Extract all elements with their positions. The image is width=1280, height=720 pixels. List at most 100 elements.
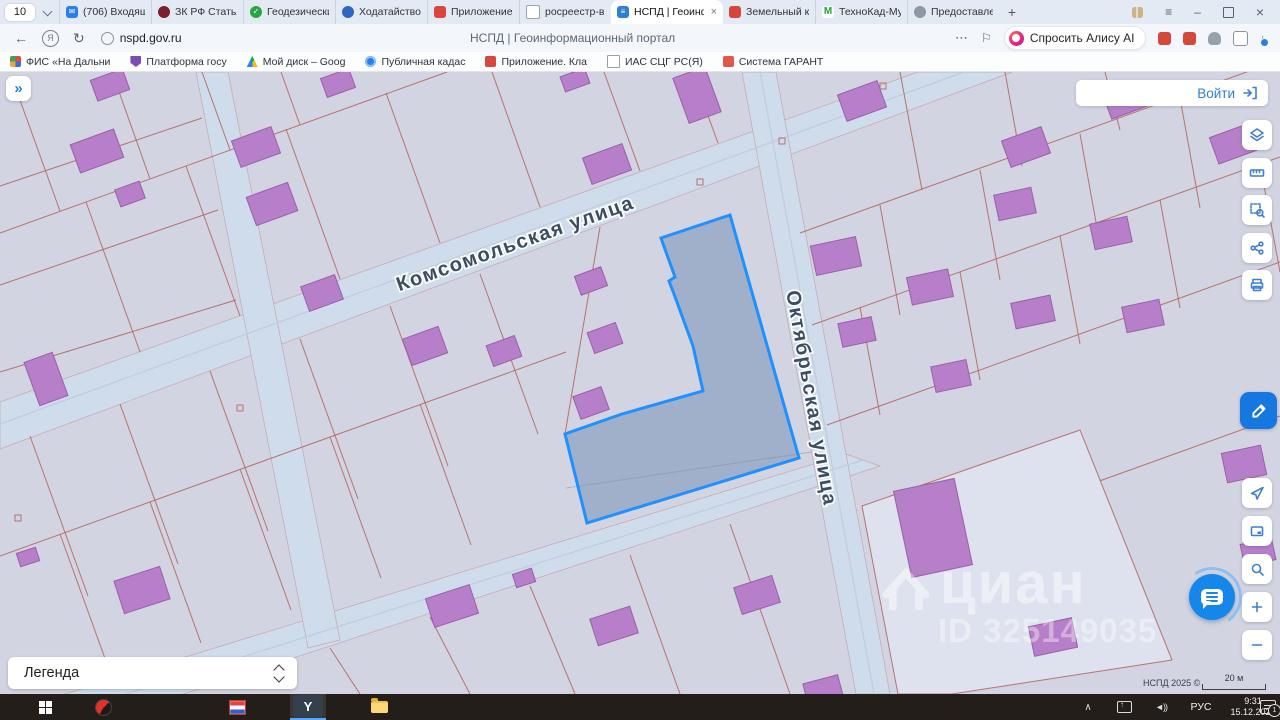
draw-tool-button[interactable]	[1240, 392, 1277, 429]
zoom-in-button[interactable]	[1242, 592, 1272, 622]
chat-bubble-icon	[1201, 589, 1223, 609]
bookmark-platforma[interactable]: Платформа госу	[130, 56, 227, 68]
site-security-icon[interactable]	[100, 31, 114, 45]
tray-display-icon[interactable]	[1112, 694, 1136, 720]
ask-alice-button[interactable]: Спросить Алису AI	[1003, 26, 1146, 50]
browser-menu-icon[interactable]: ≡	[1165, 5, 1172, 19]
share-icon	[1250, 241, 1264, 255]
expand-sidebar-button[interactable]: »	[6, 76, 31, 101]
windows-taskbar: Y ∧ ◄)) РУС 9:3115.12.2025 1	[0, 694, 1280, 720]
grid-app-icon	[228, 699, 246, 715]
select-area-button[interactable]	[1242, 195, 1272, 225]
chat-fab-button[interactable]	[1189, 574, 1235, 620]
tab-inbox[interactable]: ✉(706) Входящие -	[59, 0, 151, 24]
tab-hodataystvo[interactable]: Ходатайство о пр	[335, 0, 427, 24]
check-icon: ✓	[250, 6, 262, 18]
legend-bar[interactable]: Легенда	[8, 657, 297, 689]
bookmark-pkk[interactable]: Публичная кадас	[365, 56, 465, 68]
legend-toggle-icon[interactable]	[273, 663, 285, 683]
browser-tab-bar: 10 ✉(706) Входящие - ЗК РФ Статья 39.1 ✓…	[0, 0, 1280, 24]
bookmark-fis[interactable]: ФИС «На Дальни	[10, 56, 110, 68]
cadastre-icon	[365, 56, 377, 67]
scale-bar	[1202, 684, 1266, 690]
taskbar-app-explorer[interactable]	[362, 694, 396, 720]
cryptopro-extension-icon[interactable]	[1157, 31, 1171, 45]
extension-icon[interactable]	[1207, 31, 1221, 45]
bookmark-garant[interactable]: Система ГАРАНТ	[722, 56, 823, 68]
rewards-icon[interactable]	[1132, 6, 1144, 18]
doc-site-icon	[342, 6, 354, 18]
folder-icon	[370, 698, 388, 713]
refresh-icon[interactable]: ↻	[73, 30, 85, 47]
login-label[interactable]: Войти	[1197, 86, 1235, 101]
consultant-icon	[434, 6, 446, 18]
mail-icon: ✉	[66, 6, 78, 18]
garant-icon	[722, 56, 734, 67]
restore-button[interactable]	[1222, 6, 1234, 18]
yandex-services-icon[interactable]: Я	[42, 29, 59, 47]
taskbar-app-grid[interactable]	[220, 694, 254, 720]
extension2-icon[interactable]	[1232, 30, 1248, 46]
volume-icon[interactable]: ◄))	[1148, 694, 1174, 720]
downloads-icon[interactable]: ↓	[1260, 31, 1269, 47]
taskbar-app-browser2[interactable]	[88, 694, 118, 720]
windows-logo-icon	[38, 700, 52, 714]
notifications-button[interactable]: 1	[1256, 694, 1280, 720]
close-tab-icon[interactable]: ×	[711, 6, 717, 18]
cryptopro2-extension-icon[interactable]	[1182, 31, 1196, 45]
new-tab-button[interactable]: +	[999, 4, 1025, 20]
notification-badge: 1	[1268, 704, 1280, 717]
tab-count-pill[interactable]: 10	[4, 2, 36, 22]
gosuslugi-icon	[130, 56, 142, 67]
print-icon	[1250, 278, 1264, 292]
back-icon[interactable]: ←	[14, 30, 28, 46]
start-button[interactable]	[30, 694, 60, 720]
more-actions-icon[interactable]: ⋯	[955, 30, 969, 46]
consultant-icon	[485, 56, 497, 67]
search-icon	[1251, 563, 1264, 576]
language-indicator[interactable]: РУС	[1186, 694, 1216, 720]
search-area-button[interactable]	[1242, 554, 1272, 584]
minus-icon	[1251, 644, 1263, 646]
page-icon	[607, 55, 620, 68]
taskbar-app-yandex-active[interactable]: Y	[290, 694, 326, 720]
tray-expand-icon[interactable]: ∧	[1078, 694, 1098, 720]
map-canvas[interactable]: Комсомольская улица Октябрьская улица » …	[0, 72, 1280, 694]
bookmark-drive[interactable]: Мой диск – Goog	[246, 56, 345, 68]
scale-label: 20 м	[1224, 673, 1244, 683]
layers-button[interactable]	[1242, 120, 1272, 150]
tab-technokad[interactable]: MТехноКад-Муници	[815, 0, 907, 24]
plus-icon	[1251, 601, 1263, 613]
close-window-button[interactable]: ×	[1256, 4, 1264, 20]
bookmark-ias[interactable]: ИАС СЦГ РС(Я)	[607, 55, 703, 68]
notification-icon: 1	[1260, 700, 1280, 717]
tab-predostavlenie[interactable]: Предоставление	[907, 0, 999, 24]
minimap-button[interactable]	[1242, 516, 1272, 546]
address-bar: ← Я ↻ nspd.gov.ru НСПД | Геоинформационн…	[0, 24, 1280, 52]
tab-counter[interactable]: 10	[4, 2, 59, 22]
print-button[interactable]	[1242, 270, 1272, 300]
tab-prilozhenie[interactable]: Приложение. Кла	[427, 0, 519, 24]
bookmark-prilozhenie[interactable]: Приложение. Кла	[485, 56, 587, 68]
bookmarks-bar: ФИС «На Дальни Платформа госу Мой диск –…	[0, 52, 1280, 72]
map-attribution: НСПД 2025 ©	[1143, 678, 1201, 688]
tab-zk-rf[interactable]: ЗК РФ Статья 39.1	[151, 0, 243, 24]
tab-list-chevron-icon[interactable]	[42, 6, 53, 16]
tab-zemelny[interactable]: Земельный коде	[723, 0, 815, 24]
zoom-out-button[interactable]	[1242, 630, 1272, 660]
law-site-icon	[158, 6, 170, 18]
share-button[interactable]	[1242, 233, 1272, 263]
minimize-button[interactable]: –	[1194, 5, 1201, 19]
measure-button[interactable]	[1242, 158, 1272, 188]
locate-button[interactable]	[1242, 478, 1272, 508]
ruler-icon	[1249, 169, 1265, 177]
tab-rosreestr[interactable]: росреестр-выпис	[519, 0, 611, 24]
url-text[interactable]: nspd.gov.ru	[120, 31, 182, 45]
alice-icon	[1008, 30, 1024, 46]
consultant-icon	[729, 6, 741, 18]
bookmark-flag-icon[interactable]: ⚐	[981, 31, 992, 45]
login-bar[interactable]: Войти	[1076, 80, 1268, 106]
tab-geodez[interactable]: ✓Геодезический ка	[243, 0, 335, 24]
legend-label: Легенда	[24, 665, 80, 681]
tab-nspd-active[interactable]: ≡ НСПД | Геоинф ×	[611, 0, 723, 24]
